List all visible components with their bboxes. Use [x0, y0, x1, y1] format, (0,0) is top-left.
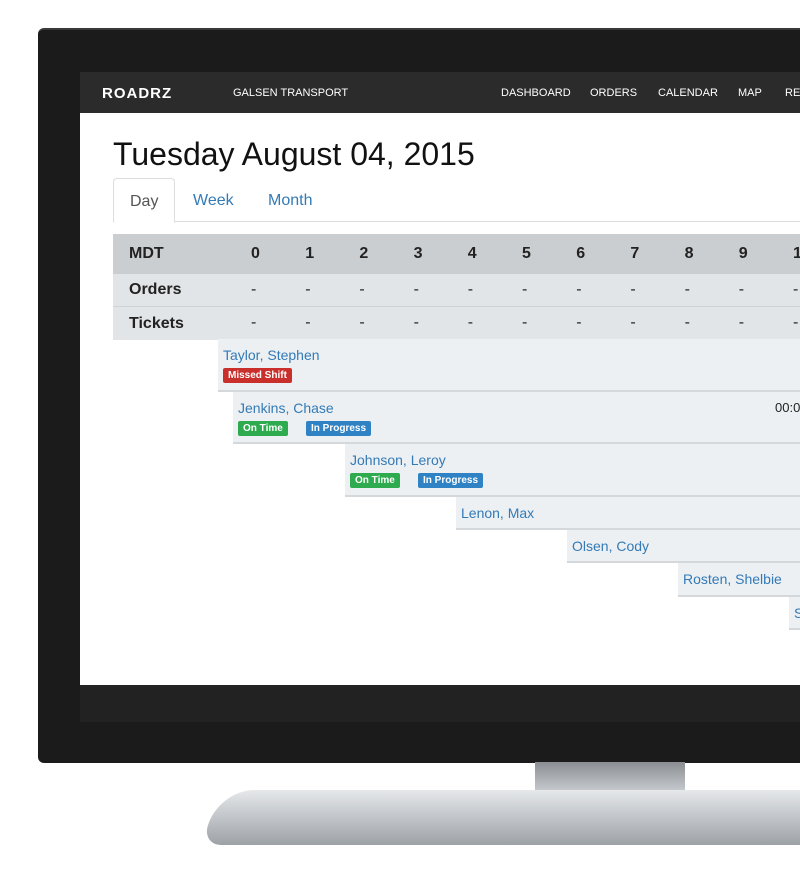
company-name: GALSEN TRANSPORT	[233, 87, 349, 99]
tab-week[interactable]: Week	[177, 178, 250, 223]
nav-orders[interactable]: ORDERS	[590, 87, 637, 99]
shift-row[interactable]: Johnson, Leroy On Time In Progress	[345, 444, 800, 497]
hour-label: 3	[413, 245, 423, 262]
row-label: Tickets	[129, 315, 184, 332]
status-badge: In Progress	[418, 473, 484, 488]
row-label: Orders	[129, 281, 182, 298]
cell-value: -	[630, 281, 636, 298]
tab-month[interactable]: Month	[252, 178, 328, 223]
hour-label: 4	[467, 245, 477, 262]
shift-row[interactable]: Lenon, Max	[456, 497, 800, 530]
orders-row: Orders - - - - - - - - - - -	[113, 274, 800, 307]
page-title: Tuesday August 04, 2015	[113, 136, 475, 172]
cell-value: -	[793, 314, 799, 331]
hour-label: 5	[522, 245, 531, 262]
status-badge: On Time	[238, 421, 288, 436]
driver-name-link[interactable]: Johnson, Leroy	[350, 452, 446, 468]
grid-header: MDT 0 1 2 3 4 5 6 7 8 9 10	[113, 234, 800, 274]
driver-name-link[interactable]: Jenkins, Chase	[238, 400, 334, 416]
cell-value: -	[251, 281, 257, 298]
cell-value: -	[413, 314, 419, 331]
cell-value: -	[359, 314, 365, 331]
driver-name-link[interactable]: Lenon, Max	[461, 505, 534, 521]
cell-value: -	[738, 281, 745, 298]
shift-row[interactable]: S	[789, 597, 800, 630]
cell-value: -	[684, 314, 690, 331]
tab-day[interactable]: Day	[113, 178, 176, 223]
cell-value: -	[576, 314, 582, 331]
cell-value: -	[305, 281, 311, 298]
screen: ROADRZ GALSEN TRANSPORT DASHBOARD ORDERS…	[80, 72, 800, 722]
shift-row[interactable]: Rosten, Shelbie	[678, 563, 800, 597]
status-badge: In Progress	[306, 421, 372, 436]
navbar: ROADRZ GALSEN TRANSPORT DASHBOARD ORDERS…	[80, 72, 800, 113]
driver-name-link[interactable]: Taylor, Stephen	[223, 347, 320, 363]
cell-value: -	[684, 281, 690, 298]
driver-name-link[interactable]: Olsen, Cody	[572, 538, 649, 554]
logo[interactable]: ROADRZ	[102, 85, 172, 102]
hour-label: 9	[738, 245, 748, 262]
monitor-stand-base	[202, 790, 800, 845]
screen-footer	[80, 685, 800, 722]
hour-label: 2	[359, 245, 369, 262]
driver-name-link[interactable]: Rosten, Shelbie	[683, 571, 782, 587]
hour-label: 1	[305, 245, 315, 262]
nav-calendar[interactable]: CALENDAR	[658, 87, 718, 99]
hour-label: 10	[793, 245, 800, 262]
hour-label: 6	[576, 245, 586, 262]
nav-map[interactable]: MAP	[738, 87, 762, 99]
shift-row[interactable]: Taylor, Stephen Missed Shift	[218, 339, 800, 392]
status-badge: Missed Shift	[223, 368, 292, 383]
cell-value: -	[793, 281, 799, 298]
cell-value: -	[413, 281, 419, 298]
cell-value: -	[467, 281, 474, 298]
cell-value: -	[467, 314, 474, 331]
cell-value: -	[251, 314, 257, 331]
cell-value: -	[522, 281, 528, 298]
cell-value: -	[738, 314, 745, 331]
hour-label: 8	[684, 245, 694, 262]
status-badge: On Time	[350, 473, 400, 488]
driver-name-link[interactable]: S	[794, 605, 800, 621]
nav-dashboard[interactable]: DASHBOARD	[501, 87, 571, 99]
cell-value: -	[522, 314, 528, 331]
cell-value: -	[576, 281, 582, 298]
nav-more[interactable]: RE	[785, 87, 800, 99]
shift-row[interactable]: Jenkins, Chase 00:0 On Time In Progress	[233, 392, 800, 444]
tickets-row: Tickets - - - - - - - - - - -	[113, 307, 800, 340]
cell-value: -	[630, 314, 636, 331]
cell-value: -	[305, 314, 311, 331]
view-tabs: Day Week Month	[113, 178, 800, 223]
shift-row[interactable]: Olsen, Cody	[567, 530, 800, 563]
hour-label: 0	[251, 245, 260, 262]
hour-label: 7	[630, 245, 640, 262]
cell-value: -	[359, 281, 365, 298]
timezone-label: MDT	[129, 245, 164, 262]
shift-time: 00:0	[775, 400, 800, 415]
